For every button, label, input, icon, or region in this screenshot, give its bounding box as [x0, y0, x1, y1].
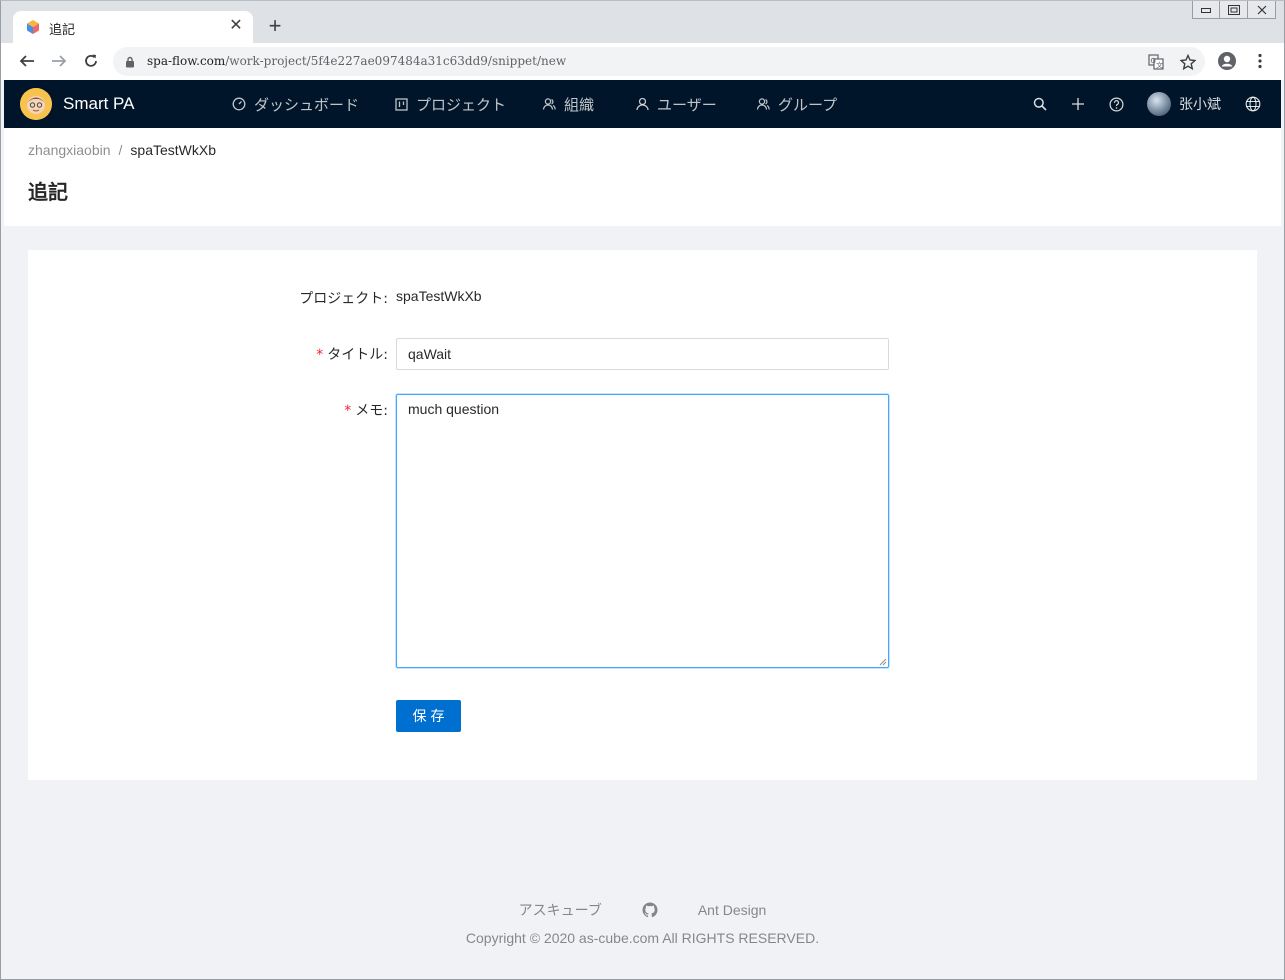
- memo-textarea[interactable]: much question: [396, 394, 889, 668]
- nav-user-label: ユーザー: [657, 95, 717, 114]
- maximize-button[interactable]: [1220, 1, 1248, 19]
- project-icon: [395, 97, 408, 111]
- menu-icon[interactable]: [1249, 50, 1271, 72]
- app-title[interactable]: Smart PA: [63, 94, 134, 114]
- save-button[interactable]: 保存: [396, 700, 461, 732]
- breadcrumb-separator: /: [118, 142, 123, 158]
- footer-link-ascube[interactable]: アスキューブ: [519, 900, 602, 920]
- required-mark: *: [344, 403, 352, 419]
- nav-project-label: プロジェクト: [416, 95, 507, 114]
- user-menu[interactable]: 张小斌: [1147, 91, 1221, 117]
- footer-link-antdesign[interactable]: Ant Design: [698, 902, 766, 918]
- user-icon: [636, 97, 649, 111]
- browser-tab-strip: 追記 ✕ +: [0, 0, 1285, 44]
- form-card: プロジェクト: spaTestWkXb *タイトル: *メモ: much que…: [28, 250, 1257, 780]
- page-title: 追記: [28, 180, 68, 204]
- minimize-button[interactable]: [1192, 1, 1220, 19]
- page-header: zhangxiaobin / spaTestWkXb 追記: [4, 128, 1281, 226]
- app-logo-avatar[interactable]: [20, 88, 52, 120]
- search-icon[interactable]: [1030, 94, 1050, 114]
- profile-icon[interactable]: [1216, 50, 1238, 72]
- user-name: 张小斌: [1179, 97, 1221, 113]
- plus-icon[interactable]: [1068, 94, 1088, 114]
- close-window-button[interactable]: [1248, 1, 1276, 19]
- user-avatar: [1147, 92, 1171, 116]
- nav-project[interactable]: プロジェクト: [395, 80, 506, 128]
- window-controls: [1192, 1, 1276, 19]
- title-input[interactable]: [396, 338, 889, 370]
- copyright-text: Copyright © 2020 as-cube.com All RIGHTS …: [465, 930, 820, 946]
- svg-text:文: 文: [1156, 61, 1163, 70]
- nav-group[interactable]: グループ: [756, 80, 837, 128]
- organization-icon: [542, 98, 556, 110]
- lock-icon: [126, 56, 134, 68]
- back-icon[interactable]: [16, 50, 38, 72]
- footer-links: アスキューブ Ant Design: [0, 900, 1285, 920]
- help-icon[interactable]: [1106, 94, 1126, 114]
- group-icon: [756, 98, 770, 110]
- title-label: * タイトル:: [316, 347, 388, 363]
- github-icon[interactable]: [642, 902, 658, 918]
- address-bar[interactable]: spa-flow.com/work-project/5f4e227ae09748…: [113, 47, 1205, 76]
- tab-close-icon[interactable]: ✕: [227, 17, 245, 35]
- project-label: プロジェクト:: [299, 291, 388, 307]
- nav-dashboard[interactable]: ダッシュボード: [232, 80, 359, 128]
- nav-group-label: グループ: [778, 95, 838, 114]
- tab-title: 追記: [49, 23, 76, 38]
- nav-organization[interactable]: 組織: [542, 80, 594, 128]
- star-icon[interactable]: [1177, 51, 1199, 73]
- reload-icon[interactable]: [80, 50, 102, 72]
- required-mark: *: [316, 347, 324, 363]
- browser-toolbar: spa-flow.com/work-project/5f4e227ae09748…: [0, 43, 1285, 80]
- app-header: Smart PA ダッシュボード プロジェクト 組織 ユーザー グループ 张小斌: [4, 80, 1281, 128]
- forward-icon[interactable]: [48, 50, 70, 72]
- nav-user[interactable]: ユーザー: [636, 80, 717, 128]
- language-globe-icon[interactable]: [1243, 94, 1263, 114]
- translate-icon[interactable]: G文: [1145, 51, 1167, 73]
- url-text: spa-flow.com/work-project/5f4e227ae09748…: [147, 54, 567, 68]
- breadcrumb-user-link[interactable]: zhangxiaobin: [28, 142, 111, 158]
- nav-dashboard-label: ダッシュボード: [254, 95, 360, 114]
- memo-label: * メモ:: [344, 403, 388, 419]
- nav-organization-label: 組織: [564, 95, 595, 114]
- project-value: spaTestWkXb: [396, 288, 482, 304]
- new-tab-button[interactable]: +: [264, 15, 286, 37]
- browser-tab[interactable]: 追記 ✕: [13, 11, 253, 44]
- resize-handle-icon[interactable]: [877, 656, 887, 666]
- favicon-icon: [27, 20, 39, 34]
- dashboard-icon: [232, 97, 246, 111]
- breadcrumb: zhangxiaobin / spaTestWkXb: [28, 142, 216, 158]
- breadcrumb-project: spaTestWkXb: [130, 142, 216, 158]
